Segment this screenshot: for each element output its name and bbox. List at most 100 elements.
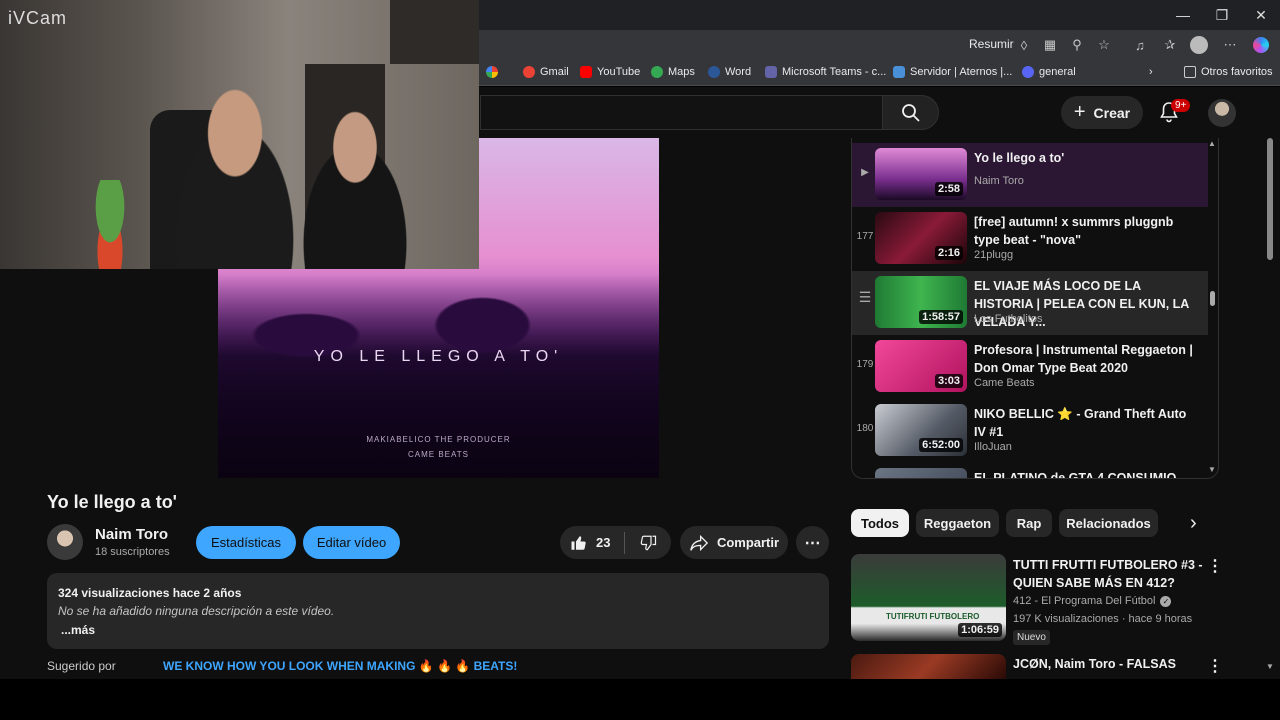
playlist-thumbnail [875,468,967,478]
video-title: Yo le llego a to' [47,492,177,512]
page-scrollbar-thumb[interactable] [1267,138,1273,260]
restore-icon[interactable]: ❐ [1203,0,1241,30]
edit-video-button[interactable]: Editar vídeo [303,526,400,559]
playlist-item[interactable]: 180 6:52:00 NIKO BELLIC ⭐ - Grand Theft … [852,399,1208,463]
recommendation-meta: 197 K visualizaciones · hace 9 horas [1013,613,1193,625]
video-credit-label: CAME BEATS [408,450,469,459]
maps-icon [651,66,663,78]
bookmark-maps[interactable]: Maps [651,66,695,78]
playlist-item[interactable]: 179 3:03 Profesora | Instrumental Reggae… [852,335,1208,399]
chip-reggaeton[interactable]: Reggaeton [916,509,999,537]
subscriber-count: 18 suscriptores [95,546,170,558]
suggested-by-label: Sugerido por [47,659,116,673]
bookmark-teams[interactable]: Microsoft Teams - c... [765,66,886,78]
profile-icon[interactable] [1190,36,1208,54]
bookmark-word[interactable]: Word [708,66,751,78]
share-button[interactable]: Compartir [680,526,788,559]
playlist-item-title: Profesora | Instrumental Reggaeton | Don… [974,343,1193,375]
bookmark-other-favorites[interactable]: Otros favoritos [1184,66,1273,78]
create-button[interactable]: + Crear [1061,96,1143,129]
play-indicator-icon: ▶ [861,167,869,178]
channel-name[interactable]: Naim Toro [95,526,168,543]
plus-icon: + [1073,101,1086,123]
chips-next-icon[interactable]: › [1190,512,1197,535]
chip-all[interactable]: Todos [851,509,909,537]
show-more-button[interactable]: ...más [61,623,95,637]
apps-icon[interactable]: ▦ [1041,36,1059,54]
page-scrollbar[interactable] [1266,130,1274,670]
recommendation-thumbnail[interactable] [851,654,1006,679]
description-box[interactable]: 324 visualizaciones hace 2 años No se ha… [47,573,829,649]
duration: 1:58:57 [919,310,963,324]
folder-icon [1184,66,1196,78]
menu-icon[interactable]: ⋯ [1221,36,1239,54]
duration: 2:58 [934,182,963,196]
playlist-item[interactable]: ☰ 1:58:57 EL VIAJE MÁS LOCO DE LA HISTOR… [852,271,1208,335]
gmail-icon [523,66,535,78]
recommendation-title[interactable]: TUTTI FRUTTI FUTBOLERO #3 - QUIEN SABE M… [1013,556,1203,592]
more-options-icon[interactable]: ⋮ [1207,556,1223,576]
views-and-date: 324 visualizaciones hace 2 años [58,586,242,600]
word-icon [708,66,720,78]
star-icon[interactable]: ☆ [1095,36,1113,54]
recommendation-thumbnail[interactable]: TUTIFRUTI FUTBOLERO 1:06:59 [851,554,1006,641]
summarize-icon[interactable]: ◊ [1015,36,1033,54]
page-scroll-down-icon[interactable]: ▼ [1266,662,1274,671]
search-icon [901,103,920,122]
google-icon[interactable] [486,66,498,78]
close-icon[interactable]: ✕ [1242,0,1280,30]
bookmark-gmail[interactable]: Gmail [523,66,569,78]
bookmark-aternos[interactable]: Servidor | Aternos |... [893,66,1012,78]
bookmarks-overflow-icon[interactable]: › [1149,66,1153,78]
stats-button[interactable]: Estadísticas [196,526,296,559]
youtube-icon [580,66,592,78]
playlist-scroll-down-icon[interactable]: ▼ [1208,465,1216,474]
like-button[interactable]: 23 [560,526,624,559]
chip-rap[interactable]: Rap [1006,509,1052,537]
media-icon[interactable]: ♫ [1131,36,1149,54]
minimize-icon[interactable]: — [1164,0,1202,30]
search-input[interactable] [480,95,882,130]
search-button[interactable] [882,95,939,130]
playlist-index: 179 [856,359,874,370]
recommendation-title[interactable]: JCØN, Naim Toro - FALSAS PROMESAS REMIX [1013,655,1203,677]
channel-avatar[interactable] [47,524,83,560]
playlist-scrollbar[interactable] [1209,140,1217,475]
suggested-by-link[interactable]: WE KNOW HOW YOU LOOK WHEN MAKING 🔥 🔥 🔥 B… [163,659,517,673]
duration: 6:52:00 [919,438,963,452]
bookmark-youtube[interactable]: YouTube [580,66,640,78]
aternos-icon [893,66,905,78]
playlist-thumbnail: 2:16 [875,212,967,264]
playlist-item[interactable]: EL PLATINO de GTA 4 CONSUMIO [852,463,1208,478]
playlist-scrollbar-thumb[interactable] [1210,291,1215,306]
more-options-icon[interactable]: ⋮ [1207,656,1223,676]
summarize-button[interactable]: Resumir [969,37,1014,51]
copilot-icon[interactable] [1252,36,1270,54]
favorites-icon[interactable]: ✰ [1161,36,1179,54]
thumbnail-text: TUTIFRUTI FUTBOLERO [886,612,980,621]
verified-icon: ✓ [1160,595,1172,607]
bookmark-general[interactable]: general [1022,66,1076,78]
thumbs-up-icon [571,535,586,550]
webcam-label: iVCam [8,8,68,28]
notification-badge: 9+ [1171,99,1191,112]
chip-related[interactable]: Relacionados [1059,509,1158,537]
playlist-item[interactable]: ▶ 2:58 Yo le llego a to' Naim Toro [852,143,1208,207]
discord-icon [1022,66,1034,78]
playlist-item[interactable]: 177 2:16 [free] autumn! x summrs pluggnb… [852,207,1208,271]
drag-handle-icon[interactable]: ☰ [854,289,876,306]
recommendation-channel[interactable]: 412 - El Programa Del Fútbol ✓ [1013,595,1172,607]
share-icon [690,534,709,551]
playlist-item-channel: Los Futbolitos [974,313,1043,325]
zoom-icon[interactable]: ⚲ [1068,36,1086,54]
account-avatar[interactable] [1208,99,1236,127]
webcam-toy [85,180,135,269]
dislike-button[interactable] [625,526,671,559]
like-count: 23 [596,535,611,550]
playlist-scroll-up-icon[interactable]: ▲ [1208,139,1216,148]
duration: 1:06:59 [958,623,1002,637]
playlist-index: 177 [856,231,874,242]
more-actions-icon[interactable]: ⋯ [796,526,829,559]
playlist-item-channel: IlloJuan [974,441,1012,453]
new-badge: Nuevo [1013,630,1050,645]
